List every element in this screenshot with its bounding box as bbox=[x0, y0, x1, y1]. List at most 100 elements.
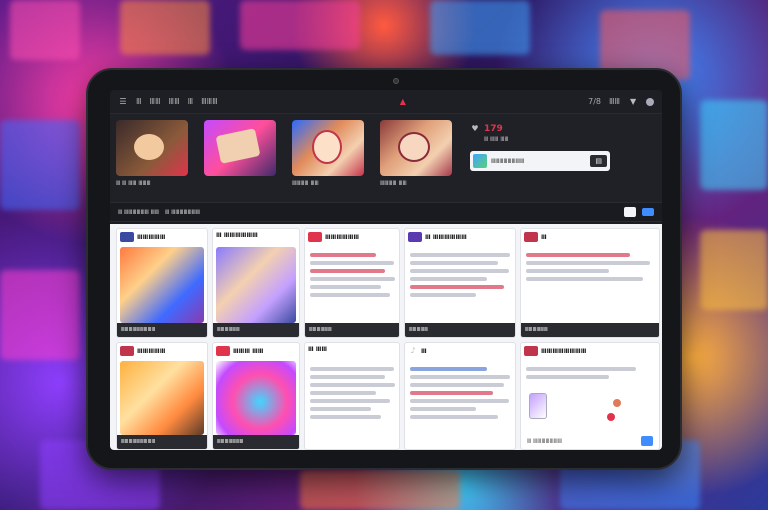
card-title: Ⅲ ⅢⅢ bbox=[308, 346, 328, 353]
thumbnail bbox=[380, 120, 452, 176]
card-art bbox=[120, 361, 204, 435]
content-card[interactable]: Ⅲ ⅢⅢ bbox=[304, 342, 400, 450]
content-card[interactable]: ⅢⅢⅢⅢⅢⅢ ⅢⅢⅢⅢⅢⅢ bbox=[304, 228, 400, 338]
card-footer: ⅢⅢⅢⅢⅢⅢⅢⅢⅢ bbox=[117, 435, 207, 449]
content-card[interactable]: ⅢⅢⅢⅢⅢⅢⅢⅢ Ⅲ ⅢⅢⅢⅢⅢⅢⅢ bbox=[520, 342, 660, 450]
nav-label[interactable]: ⅢⅢ bbox=[169, 97, 180, 106]
stat-subtitle: Ⅲ ⅢⅢ ⅢⅢ bbox=[484, 136, 509, 143]
top-bar: ☰ Ⅲ ⅢⅢ ⅢⅢ Ⅲ ⅢⅢⅢ ▲ 7/8 ⅢⅢ ▼ bbox=[110, 90, 662, 114]
background-tile bbox=[300, 470, 460, 510]
card-footer: ⅢⅢⅢⅢⅢ bbox=[405, 323, 515, 337]
badge-icon bbox=[524, 346, 538, 356]
content-card[interactable]: Ⅲ ⅢⅢⅢⅢⅢⅢ ⅢⅢⅢⅢⅢⅢ bbox=[212, 228, 300, 338]
featured-caption: Ⅲ Ⅲ ⅢⅢ ⅢⅢⅢ bbox=[116, 180, 151, 187]
text-line bbox=[410, 415, 498, 419]
card-art bbox=[120, 247, 204, 323]
card-footer: ⅢⅢⅢⅢⅢⅢⅢ bbox=[213, 435, 299, 449]
thumbnail bbox=[116, 120, 188, 176]
camera-icon bbox=[393, 78, 399, 84]
dot-icon bbox=[613, 399, 621, 407]
text-line bbox=[410, 253, 510, 257]
text-line bbox=[526, 261, 651, 265]
text-line bbox=[310, 285, 381, 289]
content-card[interactable]: ⅢⅢⅢⅢⅢ ⅢⅢⅢⅢⅢⅢⅢⅢⅢ bbox=[116, 228, 208, 338]
filter-bar: Ⅲ ⅢⅢⅢⅢⅢⅢ ⅢⅢ Ⅲ ⅢⅢⅢⅢⅢⅢⅢ bbox=[110, 202, 662, 222]
content-card[interactable]: Ⅲ ⅢⅢⅢⅢⅢⅢ ⅢⅢⅢⅢⅢ bbox=[404, 228, 516, 338]
text-line bbox=[526, 367, 637, 371]
content-card[interactable]: ♪ Ⅲ bbox=[404, 342, 516, 450]
text-line bbox=[526, 253, 630, 257]
text-line bbox=[310, 391, 376, 395]
card-title: Ⅲ bbox=[541, 233, 547, 241]
content-card[interactable]: ⅢⅢⅢ ⅢⅢ ⅢⅢⅢⅢⅢⅢⅢ bbox=[212, 342, 300, 450]
text-line bbox=[410, 391, 493, 395]
card-footer: ⅢⅢⅢⅢⅢⅢ bbox=[305, 323, 399, 337]
background-tile bbox=[0, 120, 80, 210]
featured-row: Ⅲ Ⅲ ⅢⅢ ⅢⅢⅢ ⅢⅢⅢⅢ ⅢⅢ ⅢⅢⅢⅢ ⅢⅢ ♥ 179 Ⅲ ⅢⅢ ⅢⅢ… bbox=[110, 114, 662, 202]
thumbnail bbox=[292, 120, 364, 176]
background-tile bbox=[240, 0, 360, 50]
card-title: Ⅲ ⅢⅢⅢⅢⅢⅢ bbox=[216, 232, 258, 239]
card-footer: ⅢⅢⅢⅢⅢⅢ bbox=[521, 323, 659, 337]
tablet-device: ☰ Ⅲ ⅢⅢ ⅢⅢ Ⅲ ⅢⅢⅢ ▲ 7/8 ⅢⅢ ▼ Ⅲ Ⅲ ⅢⅢ ⅢⅢⅢ ⅢⅢ… bbox=[86, 68, 682, 470]
card-title: ⅢⅢⅢⅢⅢ bbox=[137, 233, 166, 241]
text-line bbox=[410, 261, 498, 265]
heart-icon[interactable]: ♥ bbox=[470, 124, 480, 134]
badge-icon bbox=[524, 232, 538, 242]
badge-icon bbox=[120, 346, 134, 356]
text-line bbox=[310, 293, 390, 297]
text-line bbox=[310, 407, 372, 411]
featured-card[interactable]: ⅢⅢⅢⅢ ⅢⅢ bbox=[380, 120, 464, 196]
view-toggle-button[interactable] bbox=[624, 207, 636, 217]
profile-icon[interactable] bbox=[646, 97, 655, 106]
background-tile bbox=[700, 230, 768, 310]
share-button[interactable] bbox=[641, 436, 653, 446]
filter-item[interactable]: Ⅲ ⅢⅢⅢⅢⅢⅢⅢ bbox=[165, 209, 200, 216]
music-note-icon: ♪ bbox=[410, 346, 416, 355]
promo-banner[interactable]: ⅢⅢⅢⅢⅢⅢⅢⅢ ▤ bbox=[470, 151, 610, 171]
background-tile bbox=[0, 270, 80, 360]
content-card[interactable]: ⅢⅢⅢⅢⅢ ⅢⅢⅢⅢⅢⅢⅢⅢⅢ bbox=[116, 342, 208, 450]
nav-label[interactable]: ⅢⅢⅢ bbox=[201, 97, 218, 106]
promo-button[interactable]: ▤ bbox=[590, 155, 607, 167]
text-line bbox=[310, 253, 376, 257]
grid-view-icon[interactable] bbox=[642, 208, 654, 216]
featured-caption: ⅢⅢⅢⅢ ⅢⅢ bbox=[292, 180, 319, 187]
stat-value: 179 bbox=[484, 124, 503, 134]
badge-icon bbox=[408, 232, 422, 242]
text-line bbox=[410, 407, 476, 411]
card-title: ⅢⅢⅢ ⅢⅢ bbox=[233, 347, 264, 355]
nav-label[interactable]: ⅢⅢ bbox=[150, 97, 161, 106]
content-card[interactable]: Ⅲ ⅢⅢⅢⅢⅢⅢ bbox=[520, 228, 660, 338]
wifi-icon[interactable]: ▼ bbox=[628, 97, 638, 107]
text-line bbox=[310, 277, 395, 281]
card-footer-text: Ⅲ ⅢⅢⅢⅢⅢⅢⅢ bbox=[527, 438, 563, 445]
stats-panel: ♥ 179 Ⅲ ⅢⅢ ⅢⅢ ⅢⅢⅢⅢⅢⅢⅢⅢ ▤ bbox=[468, 120, 656, 196]
text-line bbox=[310, 367, 394, 371]
featured-caption: ⅢⅢⅢⅢ ⅢⅢ bbox=[380, 180, 407, 187]
nav-label[interactable]: Ⅲ bbox=[136, 97, 142, 106]
promo-text: ⅢⅢⅢⅢⅢⅢⅢⅢ bbox=[491, 157, 525, 165]
card-footer: ⅢⅢⅢⅢⅢⅢ bbox=[213, 323, 299, 337]
text-line bbox=[410, 285, 504, 289]
card-title: Ⅲ ⅢⅢⅢⅢⅢⅢ bbox=[425, 233, 467, 241]
text-line bbox=[410, 277, 487, 281]
app-screen: ☰ Ⅲ ⅢⅢ ⅢⅢ Ⅲ ⅢⅢⅢ ▲ 7/8 ⅢⅢ ▼ Ⅲ Ⅲ ⅢⅢ ⅢⅢⅢ ⅢⅢ… bbox=[110, 90, 662, 450]
background-tile bbox=[430, 0, 530, 55]
featured-card[interactable]: ⅢⅢⅢⅢ ⅢⅢ bbox=[292, 120, 376, 196]
text-line bbox=[310, 415, 381, 419]
warning-icon[interactable]: ▲ bbox=[398, 97, 408, 107]
badge-icon bbox=[216, 346, 230, 356]
text-line bbox=[526, 277, 644, 281]
badge-icon bbox=[120, 232, 134, 242]
illustration bbox=[529, 393, 547, 419]
featured-card[interactable]: Ⅲ Ⅲ ⅢⅢ ⅢⅢⅢ bbox=[116, 120, 200, 196]
nav-label[interactable]: Ⅲ bbox=[188, 97, 194, 106]
promo-icon bbox=[473, 154, 487, 168]
featured-card[interactable] bbox=[204, 120, 288, 196]
text-line bbox=[310, 269, 386, 273]
filter-item[interactable]: Ⅲ ⅢⅢⅢⅢⅢⅢ ⅢⅢ bbox=[118, 209, 159, 216]
card-art bbox=[216, 247, 296, 323]
menu-icon[interactable]: ☰ bbox=[118, 97, 128, 107]
text-line bbox=[410, 367, 487, 371]
